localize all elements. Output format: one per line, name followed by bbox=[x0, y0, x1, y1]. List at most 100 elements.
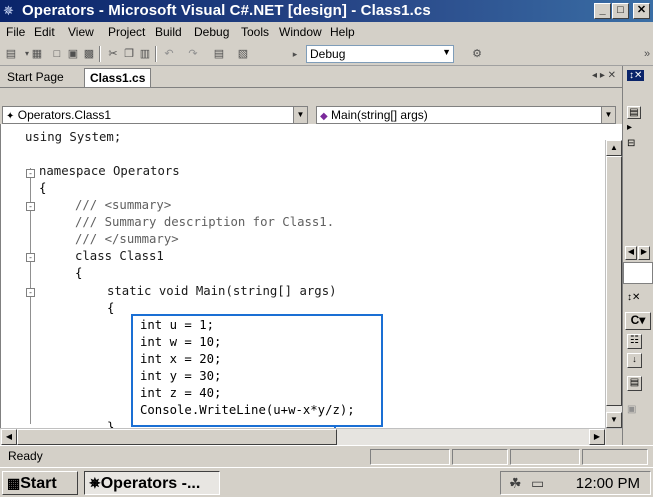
scroll-left-icon[interactable]: ◀ bbox=[1, 429, 17, 445]
scroll-thumb[interactable] bbox=[17, 429, 337, 445]
code-comment: /// </summary> bbox=[75, 232, 179, 246]
status-bar: Ready bbox=[0, 445, 653, 467]
find-in-files-icon[interactable]: ⚙ bbox=[470, 47, 484, 61]
copy-icon[interactable]: ❐ bbox=[122, 47, 136, 61]
member-combo-value: Main(string[] args) bbox=[331, 108, 428, 122]
tab-class1-cs[interactable]: Class1.cs bbox=[84, 68, 152, 87]
document-tabs: Start Page Class1.cs ◂ ▸ ✕ bbox=[0, 66, 622, 88]
properties-icon[interactable]: ▤ bbox=[627, 376, 642, 391]
code-line: } bbox=[107, 420, 115, 428]
scroll-corner bbox=[606, 429, 622, 445]
scroll-right-icon[interactable]: ▶ bbox=[638, 246, 650, 260]
new-project-icon[interactable]: ▤ bbox=[4, 47, 18, 61]
app-icon: ✵ bbox=[3, 3, 14, 18]
categorized-icon[interactable]: ☷ bbox=[627, 334, 642, 349]
collapse-icon[interactable]: - bbox=[26, 288, 35, 297]
open-icon[interactable]: □ bbox=[50, 47, 64, 61]
undo-icon[interactable]: ↶ bbox=[162, 47, 176, 61]
minimize-button[interactable]: _ bbox=[594, 3, 611, 19]
code-line: { bbox=[39, 181, 47, 195]
collapse-icon[interactable]: - bbox=[26, 253, 35, 262]
configuration-value: Debug bbox=[310, 47, 346, 61]
start-debug-icon[interactable]: ▸ bbox=[288, 47, 302, 61]
close-button[interactable]: ✕ bbox=[633, 3, 650, 19]
menu-debug[interactable]: Debug bbox=[194, 25, 229, 39]
save-icon[interactable]: ▣ bbox=[66, 47, 80, 61]
status-pane bbox=[452, 449, 508, 465]
toolbar-separator bbox=[99, 46, 101, 62]
chevron-down-icon: ▼ bbox=[293, 107, 307, 123]
menu-edit[interactable]: Edit bbox=[34, 25, 55, 39]
code-comment: /// <summary> bbox=[75, 198, 172, 212]
collapse-icon[interactable]: - bbox=[26, 169, 35, 178]
status-pane bbox=[370, 449, 450, 465]
class-combo-value: Operators.Class1 bbox=[17, 108, 112, 122]
paste-icon[interactable]: ▥ bbox=[138, 47, 152, 61]
scroll-thumb[interactable] bbox=[606, 156, 622, 406]
monitor-icon[interactable]: ▭ bbox=[531, 475, 544, 492]
chevron-down-icon: ▼ bbox=[601, 107, 615, 123]
tab-start-page[interactable]: Start Page bbox=[2, 68, 69, 87]
method-icon: ◆ bbox=[320, 111, 328, 122]
solution-configuration-select[interactable]: Debug ▼ bbox=[306, 45, 454, 63]
editor-horizontal-scrollbar[interactable]: ◀ ▶ bbox=[0, 428, 622, 445]
toolbar-overflow-icon[interactable]: » bbox=[640, 47, 653, 61]
panel-body bbox=[623, 262, 653, 284]
pin-close-icon[interactable]: ↕✕ bbox=[627, 292, 640, 303]
right-dock-panel: ↕✕ ▤ ▸ ⊟ ◀ ▶ ↕✕ C▾ ☷ ↓ ▤ ▣ bbox=[622, 66, 653, 445]
status-pane bbox=[510, 449, 580, 465]
add-item-icon[interactable]: ▦ bbox=[30, 47, 44, 61]
cut-icon[interactable]: ✂ bbox=[106, 47, 120, 61]
scroll-right-icon[interactable]: ▶ bbox=[589, 429, 605, 445]
start-label: Start bbox=[20, 475, 57, 492]
tab-navigation-controls[interactable]: ◂ ▸ ✕ bbox=[592, 70, 616, 81]
navigate-back-icon[interactable]: ▤ bbox=[212, 47, 226, 61]
vs-icon: ✵ bbox=[89, 475, 101, 491]
navigate-forward-icon[interactable]: ▧ bbox=[236, 47, 250, 61]
properties-object-select[interactable]: C▾ bbox=[625, 312, 651, 330]
tree-node-icon: ▸ bbox=[627, 122, 633, 133]
pin-close-icon[interactable]: ↕✕ bbox=[627, 70, 645, 81]
system-tray: ☘ ▭ 12:00 PM bbox=[500, 471, 651, 495]
redo-icon[interactable]: ↷ bbox=[186, 47, 200, 61]
task-label: Operators -... bbox=[100, 475, 201, 492]
save-all-icon[interactable]: ▩ bbox=[82, 47, 96, 61]
collapse-icon[interactable]: - bbox=[26, 202, 35, 211]
editor-vertical-scrollbar[interactable]: ▲ ▼ bbox=[605, 140, 622, 428]
member-combo[interactable]: ◆ Main(string[] args) ▼ bbox=[316, 106, 616, 124]
code-navigation-bar: ✦ Operators.Class1 ▼ ◆ Main(string[] arg… bbox=[0, 88, 622, 124]
code-line: { bbox=[107, 301, 115, 315]
menu-tools[interactable]: Tools bbox=[241, 25, 269, 39]
menu-window[interactable]: Window bbox=[279, 25, 322, 39]
windows-logo-icon: ▦ bbox=[7, 475, 21, 491]
scroll-down-icon[interactable]: ▼ bbox=[606, 412, 622, 428]
menu-bar: File Edit View Project Build Debug Tools… bbox=[0, 22, 653, 42]
window-title: Operators - Microsoft Visual C#.NET [des… bbox=[22, 2, 431, 19]
class-icon: ✦ bbox=[6, 111, 15, 122]
scroll-up-icon[interactable]: ▲ bbox=[606, 140, 622, 156]
property-pages-icon[interactable]: ▣ bbox=[627, 404, 636, 415]
taskbar: ▦Start ✵Operators -... ☘ ▭ 12:00 PM bbox=[0, 467, 653, 497]
code-comment: /// Summary description for Class1. bbox=[75, 215, 335, 229]
chevron-down-icon: ▼ bbox=[442, 47, 451, 57]
scroll-left-icon[interactable]: ◀ bbox=[625, 246, 637, 260]
alphabetical-icon[interactable]: ↓ bbox=[627, 353, 642, 368]
menu-project[interactable]: Project bbox=[108, 25, 145, 39]
clock[interactable]: 12:00 PM bbox=[576, 475, 640, 492]
code-line: namespace Operators bbox=[39, 164, 180, 178]
solution-explorer-icon[interactable]: ▤ bbox=[627, 106, 641, 119]
maximize-button[interactable]: □ bbox=[612, 3, 629, 19]
standard-toolbar: ▤ ▾ ▦ □ ▣ ▩ ✂ ❐ ▥ ↶ ↷ ▤ ▧ ▸ Debug ▼ ⚙ » bbox=[0, 42, 653, 66]
tree-expand-icon[interactable]: ⊟ bbox=[627, 138, 635, 149]
class-combo[interactable]: ✦ Operators.Class1 ▼ bbox=[2, 106, 308, 124]
menu-view[interactable]: View bbox=[68, 25, 94, 39]
code-line: { bbox=[75, 266, 83, 280]
taskbar-button-operators[interactable]: ✵Operators -... bbox=[84, 471, 220, 495]
start-button[interactable]: ▦Start bbox=[2, 471, 78, 495]
network-icon[interactable]: ☘ bbox=[509, 475, 522, 492]
menu-help[interactable]: Help bbox=[330, 25, 355, 39]
code-line: using System; bbox=[25, 130, 122, 144]
menu-file[interactable]: File bbox=[6, 25, 25, 39]
status-text: Ready bbox=[8, 449, 43, 463]
menu-build[interactable]: Build bbox=[155, 25, 182, 39]
